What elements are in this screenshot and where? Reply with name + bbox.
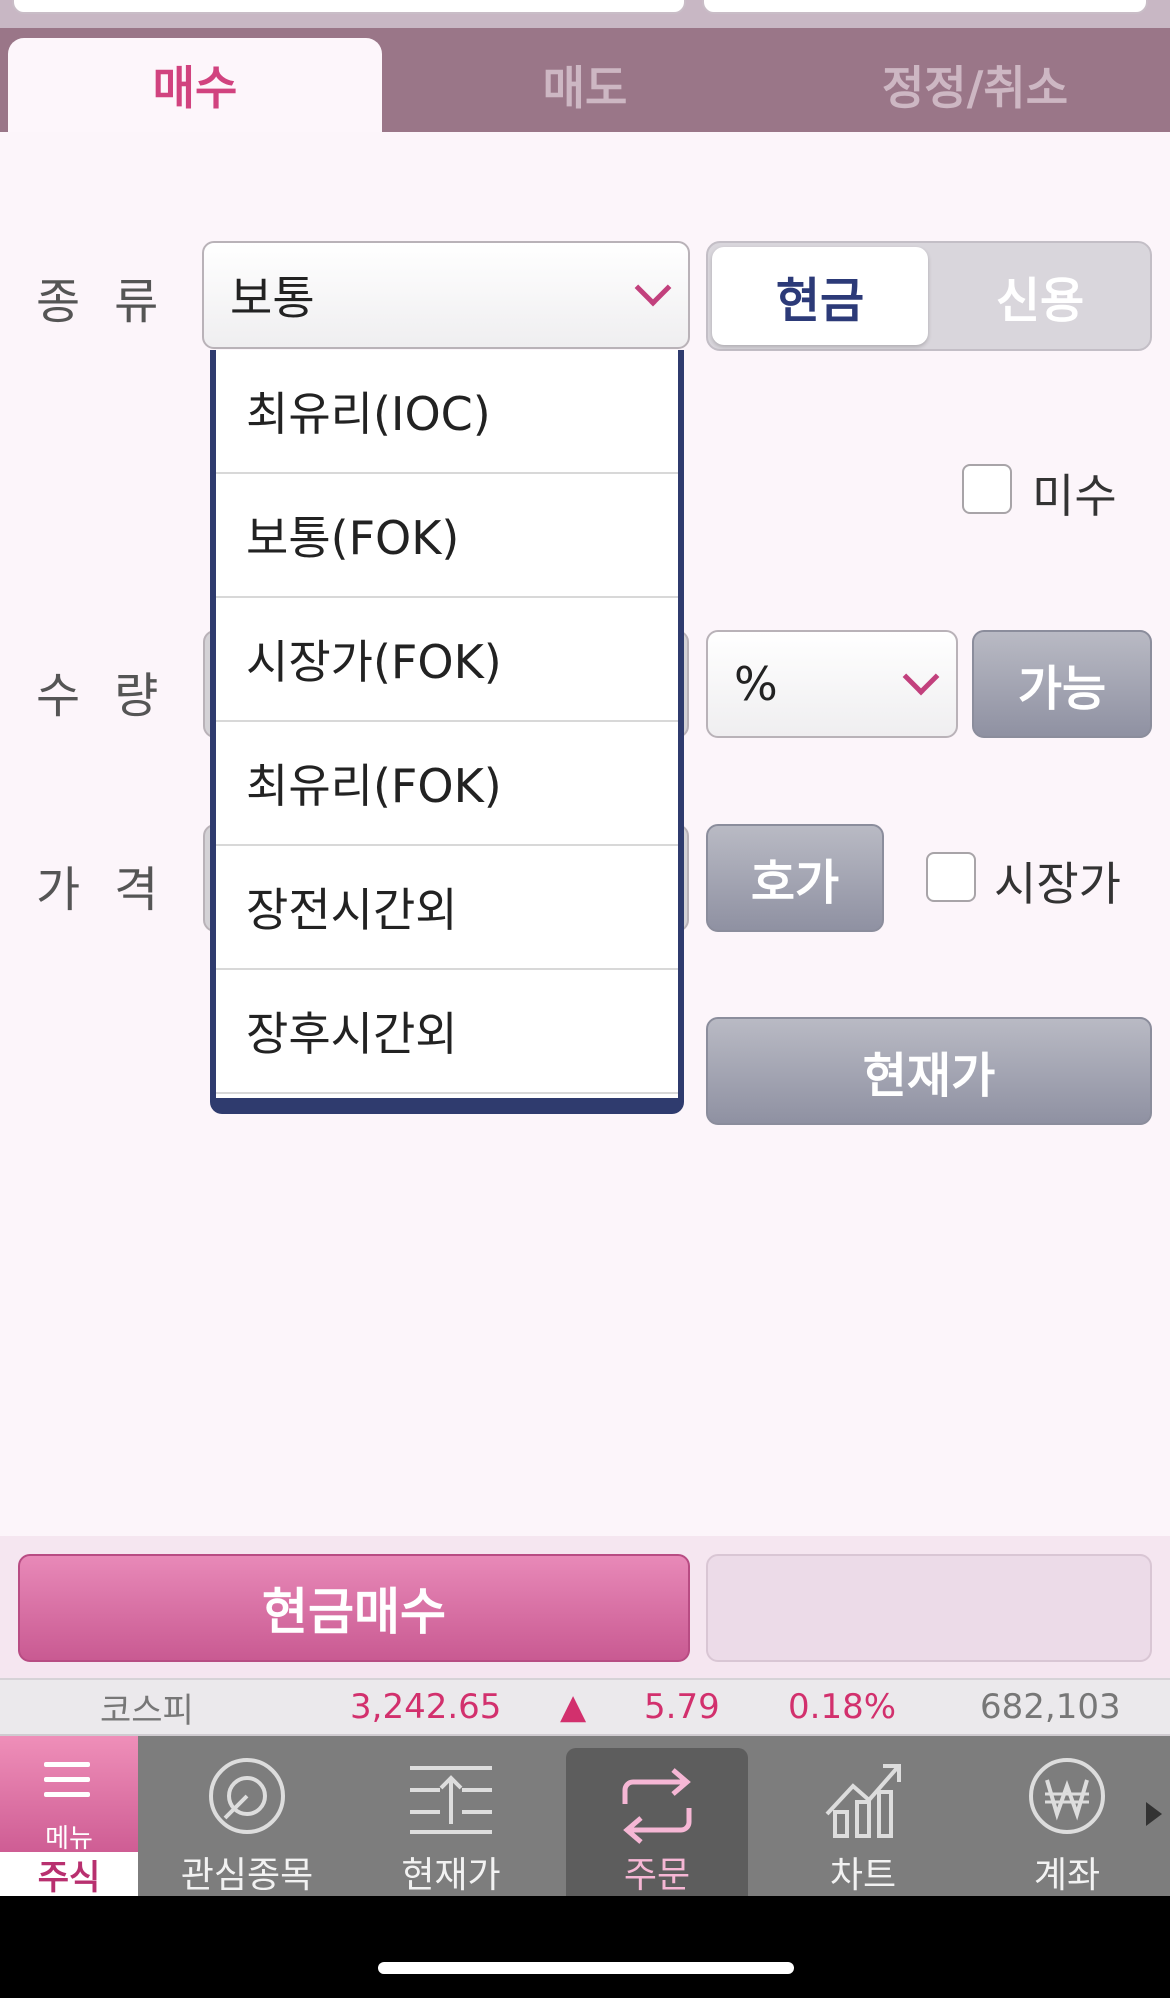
nav-watchlist[interactable]: 관심종목 [156,1736,338,1896]
current-price-button[interactable]: 현재가 [706,1017,1152,1125]
unit-value: % [734,657,778,711]
ticker-value: 3,242.65 [350,1687,502,1727]
price-label: 가격 [36,862,193,918]
market-price-label: 시장가 [994,857,1121,911]
type-label: 종류 [36,274,193,330]
market-price-checkbox[interactable] [926,852,976,902]
dropdown-option[interactable]: 최유리(IOC) [216,350,678,474]
ticker-percent: 0.18% [788,1687,897,1727]
order-icon [622,1768,692,1844]
cash-toggle-button[interactable]: 현금 [712,247,928,345]
cash-buy-button[interactable]: 현금매수 [18,1554,690,1662]
won-account-icon [1029,1758,1105,1834]
misu-label: 미수 [1032,469,1117,523]
secondary-action-button[interactable] [706,1554,1152,1662]
nav-account[interactable]: 계좌 [976,1736,1158,1896]
order-type-value: 보통 [230,271,315,325]
watchlist-icon [209,1758,285,1834]
nav-chart-label: 차트 [829,1855,897,1896]
credit-toggle-button[interactable]: 신용 [930,243,1150,349]
chevron-right-icon[interactable] [1146,1802,1162,1826]
tab-sell[interactable]: 매도 [390,38,780,132]
home-indicator[interactable] [378,1962,794,1974]
stock-label: 주식 [0,1852,138,1898]
nav-order[interactable]: 주문 [566,1748,748,1896]
top-field-right[interactable] [702,0,1148,14]
order-type-select[interactable]: 보통 [202,241,690,349]
dropdown-option[interactable]: 장전시간외 [216,846,678,970]
menu-button[interactable]: 메뉴 주식 [0,1736,138,1898]
nav-current-price-label: 현재가 [401,1855,501,1896]
order-tabs: 매수 매도 정정/취소 [0,28,1170,132]
tab-modify-cancel[interactable]: 정정/취소 [780,38,1170,132]
dropdown-option[interactable]: 장후시간외 [216,970,678,1094]
nav-account-label: 계좌 [1033,1855,1101,1896]
home-indicator-area [0,1896,1170,1998]
order-type-dropdown: 최유리(IOC) 보통(FOK) 시장가(FOK) 최유리(FOK) 장전시간외… [210,350,684,1114]
chevron-down-icon [634,269,672,307]
dropdown-list: 최유리(IOC) 보통(FOK) 시장가(FOK) 최유리(FOK) 장전시간외… [216,350,678,1098]
current-price-icon [410,1766,492,1834]
misu-checkbox[interactable] [962,464,1012,514]
top-strip [0,0,1170,28]
dropdown-option[interactable]: 최유리(FOK) [216,722,678,846]
chart-icon [825,1764,901,1838]
nav-order-label: 주문 [623,1855,691,1896]
nav-watchlist-label: 관심종목 [180,1855,314,1896]
quantity-label: 수량 [36,668,193,724]
order-action-area: 현금매수 [0,1536,1170,1678]
dropdown-option[interactable]: 보통(FOK) [216,474,678,598]
unit-select[interactable]: % [706,630,958,738]
payment-toggle: 현금 신용 [706,241,1152,351]
nav-chart[interactable]: 차트 [772,1736,954,1896]
hamburger-icon [44,1762,90,1807]
possible-quantity-button[interactable]: 가능 [972,630,1152,738]
dropdown-option[interactable]: 시장가(FOK) [216,598,678,722]
hoga-button[interactable]: 호가 [706,824,884,932]
bottom-navigation: 메뉴 주식 관심종목 현재가 주문 차트 계좌 [0,1736,1170,1898]
up-arrow-icon: ▲ [560,1687,587,1727]
nav-current-price[interactable]: 현재가 [360,1736,542,1896]
tab-buy[interactable]: 매수 [8,38,382,132]
ticker-index: 코스피 [100,1690,194,1731]
ticker-volume: 682,103 [980,1687,1121,1727]
chevron-down-icon [902,658,940,696]
top-field-left[interactable] [12,0,686,14]
ticker-change: 5.79 [644,1687,720,1727]
market-ticker[interactable]: 코스피 3,242.65 ▲ 5.79 0.18% 682,103 [0,1678,1170,1736]
